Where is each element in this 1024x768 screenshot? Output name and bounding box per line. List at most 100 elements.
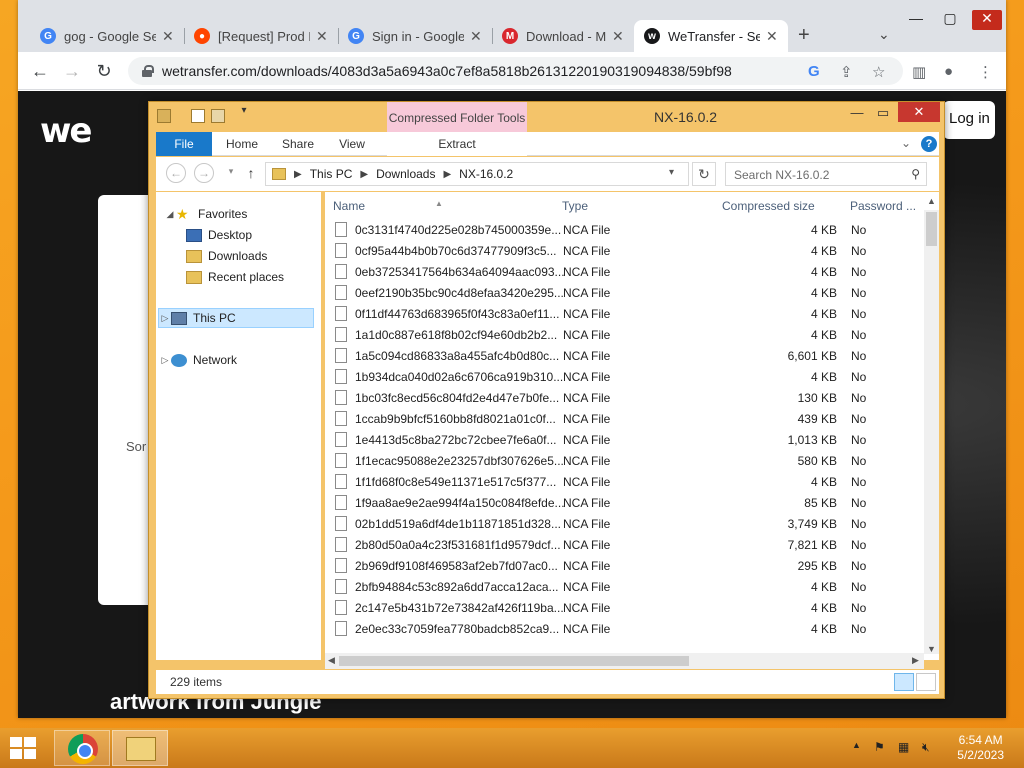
column-password[interactable]: Password ... (850, 199, 916, 213)
horizontal-scrollbar[interactable]: ◀ ▶ (325, 653, 924, 669)
maximize-icon[interactable]: ▢ (936, 10, 964, 30)
table-row[interactable]: 2b80d50a0a4c23f531681f1d9579dcf... NCA Fi… (325, 535, 925, 556)
back-icon[interactable]: ← (28, 59, 52, 83)
back-icon[interactable]: ← (166, 163, 186, 183)
tab-google-signin[interactable]: G Sign in - Google Accounts ✕ (338, 20, 493, 52)
close-tab-icon[interactable]: ✕ (766, 28, 778, 45)
tab-google-search[interactable]: G gog - Google Search ✕ (30, 20, 185, 52)
tab-reddit[interactable]: ● [Request] Prod Keys ✕ (184, 20, 339, 52)
minimize-icon[interactable]: — (902, 10, 930, 30)
table-row[interactable]: 2e0ec33c7059fea7780badcb852ca9... NCA Fil… (325, 619, 925, 640)
expand-ribbon-icon[interactable]: ⌄ (901, 136, 911, 150)
table-row[interactable]: 2bfb94884c53c892a6dd7acca12aca... NCA Fil… (325, 577, 925, 598)
taskbar-file-explorer[interactable] (112, 730, 168, 766)
google-lens-icon[interactable]: G (808, 63, 820, 80)
forward-icon[interactable]: → (194, 163, 214, 183)
nav-desktop[interactable]: Desktop (186, 225, 252, 245)
table-row[interactable]: 1a5c094cd86833a8a455afc4b0d80c... NCA Fil… (325, 346, 925, 367)
table-row[interactable]: 1a1d0c887e618f8b02cf94e60db2b2... NCA Fil… (325, 325, 925, 346)
close-tab-icon[interactable]: ✕ (162, 28, 174, 45)
nav-this-pc[interactable]: ▷ This PC (158, 308, 314, 328)
close-tab-icon[interactable]: ✕ (316, 28, 328, 45)
column-type[interactable]: Type (562, 199, 588, 213)
nav-downloads[interactable]: Downloads (186, 246, 267, 266)
tab-view[interactable]: View (328, 132, 376, 156)
table-row[interactable]: 2c147e5b431b72e73842af426f119ba... NCA Fi… (325, 598, 925, 619)
new-tab-icon[interactable]: + (798, 24, 810, 47)
scroll-left-icon[interactable]: ◀ (328, 655, 335, 666)
tab-home[interactable]: Home (218, 132, 266, 156)
minimize-icon[interactable]: — (844, 105, 870, 120)
table-row[interactable]: 1f9aa8ae9e2ae994f4a150c084f8efde... NCA F… (325, 493, 925, 514)
tab-wetransfer[interactable]: w WeTransfer - Send ✕ (634, 20, 788, 52)
table-row[interactable]: 0c3131f4740d225e028b745000359e... NCA Fil… (325, 220, 925, 241)
chevron-right-icon[interactable]: ▶ (360, 169, 368, 180)
table-row[interactable]: 0cf95a44b4b0b70c6d37477909f3c5... NCA Fil… (325, 241, 925, 262)
nav-network[interactable]: ▷ Network (159, 350, 237, 370)
share-icon[interactable]: ⇪ (840, 63, 853, 81)
close-window-icon[interactable]: ✕ (898, 102, 940, 122)
taskbar-chrome[interactable] (54, 730, 110, 766)
scroll-down-icon[interactable]: ▼ (927, 644, 936, 654)
sidepanel-icon[interactable]: ▥ (912, 63, 926, 81)
scroll-up-icon[interactable]: ▲ (927, 196, 936, 206)
profile-icon[interactable]: ● (944, 63, 953, 80)
table-row[interactable]: 1b934dca040d02a6c6706ca919b310... NCA Fil… (325, 367, 925, 388)
tab-file[interactable]: File (156, 132, 212, 156)
login-button[interactable]: Log in (943, 101, 995, 139)
breadcrumb-this-pc[interactable]: This PC (310, 167, 353, 181)
refresh-icon[interactable]: ↻ (692, 162, 716, 186)
menu-icon[interactable]: ⋮ (978, 63, 993, 81)
show-hidden-icons-icon[interactable]: ▲ (852, 740, 861, 750)
tab-search-chevron-icon[interactable]: ⌄ (878, 26, 890, 43)
address-bar[interactable]: wetransfer.com/downloads/4083d3a5a6943a0… (128, 57, 903, 85)
scroll-thumb[interactable] (926, 212, 937, 246)
tab-extract[interactable]: Extract (387, 132, 527, 156)
explorer-titlebar[interactable]: ▾ Compressed Folder Tools NX-16.0.2 — ▭ … (149, 102, 944, 132)
expand-icon[interactable]: ▷ (159, 308, 171, 328)
search-input[interactable]: Search NX-16.0.2 ⚲ (725, 162, 927, 186)
wetransfer-logo[interactable]: we (40, 111, 93, 151)
forward-icon[interactable]: → (60, 59, 84, 83)
new-folder-icon[interactable] (211, 109, 225, 123)
maximize-icon[interactable]: ▭ (870, 105, 896, 121)
tab-mega[interactable]: M Download - MEGA ✕ (492, 20, 634, 52)
tab-share[interactable]: Share (274, 132, 322, 156)
chevron-right-icon[interactable]: ▶ (294, 169, 302, 180)
breadcrumb[interactable]: ▶ This PC ▶ Downloads ▶ NX-16.0.2 (265, 162, 689, 186)
reload-icon[interactable]: ↻ (92, 59, 116, 83)
action-center-flag-icon[interactable]: ⚑ (874, 740, 885, 754)
table-row[interactable]: 0f11df44763d683965f0f43c83a0ef11... NCA F… (325, 304, 925, 325)
table-row[interactable]: 1f1ecac95088e2e23257dbf307626e5... NCA Fi… (325, 451, 925, 472)
up-icon[interactable]: ↑ (238, 165, 264, 181)
close-window-icon[interactable]: ✕ (972, 10, 1002, 30)
nav-favorites[interactable]: ◢ ★ Favorites (164, 204, 248, 224)
properties-icon[interactable] (191, 109, 205, 123)
table-row[interactable]: 2b969df9108f469583af2eb7fd07ac0... NCA Fi… (325, 556, 925, 577)
help-icon[interactable]: ? (921, 136, 937, 152)
expand-icon[interactable]: ▷ (159, 350, 171, 370)
scroll-thumb[interactable] (339, 656, 689, 666)
bookmark-star-icon[interactable]: ☆ (872, 63, 885, 81)
address-dropdown-icon[interactable]: ▾ (669, 167, 674, 178)
clock[interactable]: 6:54 AM 5/2/2023 (957, 733, 1004, 763)
table-row[interactable]: 0eef2190b35bc90c4d8efaa3420e295... NCA Fi… (325, 283, 925, 304)
table-row[interactable]: 1f1fd68f0c8e549e11371e517c5f377... NCA Fi… (325, 472, 925, 493)
scroll-right-icon[interactable]: ▶ (912, 655, 919, 666)
volume-muted-icon[interactable]: 🔇︎ (922, 740, 930, 755)
table-row[interactable]: 02b1dd519a6df4de1b11871851d328... NCA Fil… (325, 514, 925, 535)
table-row[interactable]: 1ccab9b9bfcf5160bb8fd8021a01c0f... NCA Fi… (325, 409, 925, 430)
column-compressed-size[interactable]: Compressed size (722, 199, 815, 213)
table-row[interactable]: 1e4413d5c8ba272bc72cbee7fe6a0f... NCA Fil… (325, 430, 925, 451)
table-row[interactable]: 1bc03fc8ecd56c804fd2e4d47e7b0fe... NCA Fi… (325, 388, 925, 409)
breadcrumb-current[interactable]: NX-16.0.2 (459, 167, 513, 181)
chevron-right-icon[interactable]: ▶ (443, 169, 451, 180)
nav-recent-places[interactable]: Recent places (186, 267, 284, 287)
large-icons-view-icon[interactable] (916, 673, 936, 691)
breadcrumb-downloads[interactable]: Downloads (376, 167, 435, 181)
collapse-icon[interactable]: ◢ (164, 204, 176, 224)
close-tab-icon[interactable]: ✕ (612, 28, 624, 45)
details-view-icon[interactable] (894, 673, 914, 691)
quick-access-dropdown-icon[interactable]: ▾ (231, 105, 257, 116)
start-button[interactable] (10, 737, 38, 759)
